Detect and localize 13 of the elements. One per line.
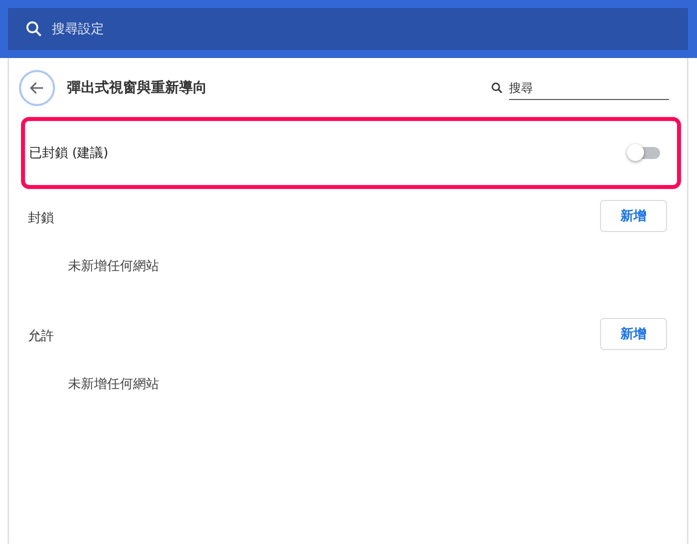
toggle-switch[interactable] xyxy=(627,145,661,161)
search-icon xyxy=(490,81,504,95)
section-title: 封鎖 xyxy=(28,210,54,227)
add-button[interactable]: 新增 xyxy=(600,200,667,232)
section-title: 允許 xyxy=(28,328,54,345)
settings-search-field[interactable]: 搜尋設定 xyxy=(8,8,688,50)
empty-message: 未新增任何網站 xyxy=(68,258,159,275)
search-icon xyxy=(24,19,44,39)
setting-label: 已封鎖 (建議) xyxy=(29,145,108,162)
add-button[interactable]: 新增 xyxy=(600,318,667,350)
empty-message: 未新增任何網站 xyxy=(68,376,159,393)
back-button[interactable] xyxy=(19,70,55,106)
page-title: 彈出式視窗與重新導向 xyxy=(67,79,208,97)
